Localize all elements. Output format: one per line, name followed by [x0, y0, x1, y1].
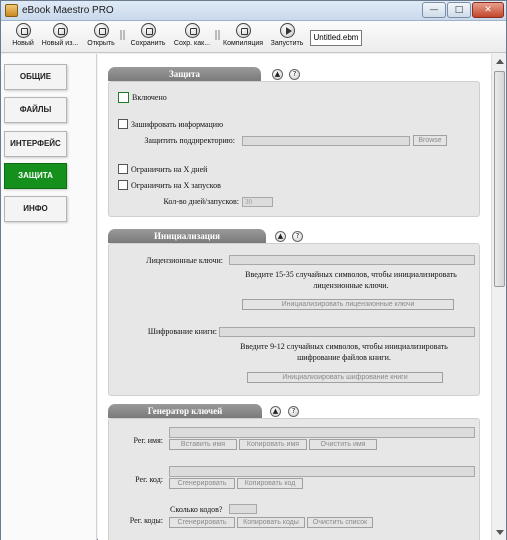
limit-runs-label: Ограничить на X запусков: [131, 181, 221, 190]
open-icon: [93, 23, 109, 38]
browse-button[interactable]: Browse: [413, 135, 447, 146]
new-from-button[interactable]: Новый из...: [40, 23, 80, 51]
section-nav: ОБЩИЕ ФАЙЛЫ ИНТЕРФЕЙС ЗАЩИТА ИНФО: [1, 54, 97, 540]
open-label: Открыть: [87, 40, 115, 47]
copy-name-button[interactable]: Копировать имя: [239, 439, 307, 450]
toolbar-separator: [215, 30, 220, 40]
enabled-label: Включено: [132, 93, 167, 102]
nav-info[interactable]: ИНФО: [4, 196, 67, 222]
count-label: Кол-во дней/запусков:: [163, 197, 239, 206]
compile-label: Компиляция: [223, 40, 264, 47]
save-button[interactable]: Сохранить: [129, 23, 167, 51]
clear-list-button[interactable]: Очистить список: [307, 517, 373, 528]
help-icon[interactable]: ?: [289, 69, 300, 80]
content-panel: Защита ▲ ? Включено Зашифровать информац…: [98, 54, 491, 540]
subdir-field[interactable]: [242, 136, 410, 146]
copy-code-button[interactable]: Копировать код: [237, 478, 303, 489]
open-button[interactable]: Открыть: [84, 23, 118, 51]
minimize-button[interactable]: —: [422, 2, 446, 18]
collapse-icon[interactable]: ▲: [272, 69, 283, 80]
how-many-label: Сколько кодов?: [170, 505, 223, 514]
save-icon: [140, 23, 156, 38]
collapse-icon[interactable]: ▲: [275, 231, 286, 242]
keygen-header: Генератор ключей: [108, 404, 262, 418]
app-window: eBook Maestro PRO — □ ✕ Новый Новый из..…: [0, 0, 507, 540]
help-icon[interactable]: ?: [288, 406, 299, 417]
reg-code-field[interactable]: [169, 466, 475, 477]
nav-interface[interactable]: ИНТЕРФЕЙС: [4, 131, 67, 157]
run-icon: [279, 23, 295, 38]
clear-name-button[interactable]: Очистить имя: [309, 439, 377, 450]
nav-general[interactable]: ОБЩИЕ: [4, 64, 67, 90]
reg-name-label: Рег. имя:: [133, 436, 163, 445]
window-title: eBook Maestro PRO: [22, 5, 114, 16]
license-keys-field[interactable]: [229, 255, 475, 265]
insert-name-button[interactable]: Вставить имя: [169, 439, 237, 450]
new-icon: [15, 23, 31, 38]
book-encrypt-field[interactable]: [219, 327, 475, 337]
nav-files[interactable]: ФАЙЛЫ: [4, 97, 67, 123]
limit-days-label: Ограничить на X дней: [131, 165, 208, 174]
run-label: Запустить: [270, 40, 304, 47]
generate-code-button[interactable]: Сгенерировать: [169, 478, 235, 489]
reg-name-field[interactable]: [169, 427, 475, 438]
count-field[interactable]: 30: [242, 197, 273, 207]
scroll-up-icon[interactable]: [496, 59, 504, 64]
save-as-label: Сохр. как...: [173, 40, 211, 47]
close-button[interactable]: ✕: [472, 2, 504, 18]
title-bar: eBook Maestro PRO — □ ✕: [1, 1, 506, 21]
limit-days-checkbox[interactable]: [118, 164, 128, 174]
toolbar-separator: [120, 30, 125, 40]
init-book-button[interactable]: Инициализировать шифрование книги: [247, 372, 443, 383]
maximize-button[interactable]: □: [447, 2, 471, 18]
save-as-button[interactable]: Сохр. как...: [171, 23, 213, 51]
license-keys-label: Лицензионные ключи:: [146, 256, 223, 265]
scroll-thumb[interactable]: [494, 71, 505, 287]
encrypt-checkbox[interactable]: [118, 119, 128, 129]
new-button[interactable]: Новый: [8, 23, 38, 51]
run-button[interactable]: Запустить: [269, 23, 305, 51]
new-from-label: Новый из...: [41, 40, 79, 47]
new-label: Новый: [12, 40, 34, 47]
init-header: Инициализация: [108, 229, 266, 243]
generate-codes-button[interactable]: Сгенерировать: [169, 517, 235, 528]
save-as-icon: [184, 23, 200, 38]
collapse-icon[interactable]: ▲: [270, 406, 281, 417]
nav-protection[interactable]: ЗАЩИТА: [4, 163, 67, 189]
reg-code-label: Рег. код:: [135, 475, 163, 484]
save-label: Сохранить: [130, 40, 166, 47]
vertical-scrollbar[interactable]: [491, 54, 506, 540]
keygen-section: Рег. имя: Вставить имя Копировать имя Оч…: [108, 418, 480, 540]
protection-section: Включено Зашифровать информацию Защитить…: [108, 81, 480, 217]
how-many-field[interactable]: [229, 504, 257, 514]
scroll-down-icon[interactable]: [496, 530, 504, 535]
book-note: Введите 9-12 случайных символов, чтобы и…: [240, 342, 448, 362]
compile-button[interactable]: Компиляция: [223, 23, 263, 51]
init-section: Лицензионные ключи: Введите 15-35 случай…: [108, 243, 480, 396]
reg-codes-label: Рег. коды:: [129, 516, 163, 525]
protect-subdir-label: Защитить поддиректорию:: [144, 136, 235, 145]
init-license-button[interactable]: Инициализировать лицензионные ключи: [242, 299, 454, 310]
compile-icon: [235, 23, 251, 38]
help-icon[interactable]: ?: [292, 231, 303, 242]
copy-codes-button[interactable]: Копировать коды: [237, 517, 305, 528]
license-note: Введите 15-35 случайных символов, чтобы …: [245, 270, 457, 290]
enabled-checkbox[interactable]: [118, 92, 129, 103]
filename-tab[interactable]: Untitled.ebm: [310, 30, 362, 46]
limit-runs-checkbox[interactable]: [118, 180, 128, 190]
toolbar: Новый Новый из... Открыть Сохранить Сохр…: [1, 21, 506, 53]
protection-header: Защита: [108, 67, 261, 81]
encrypt-label: Зашифровать информацию: [131, 120, 224, 129]
new-from-icon: [52, 23, 68, 38]
book-encrypt-label: Шифрование книги:: [147, 327, 217, 336]
app-logo-icon: [5, 4, 18, 17]
